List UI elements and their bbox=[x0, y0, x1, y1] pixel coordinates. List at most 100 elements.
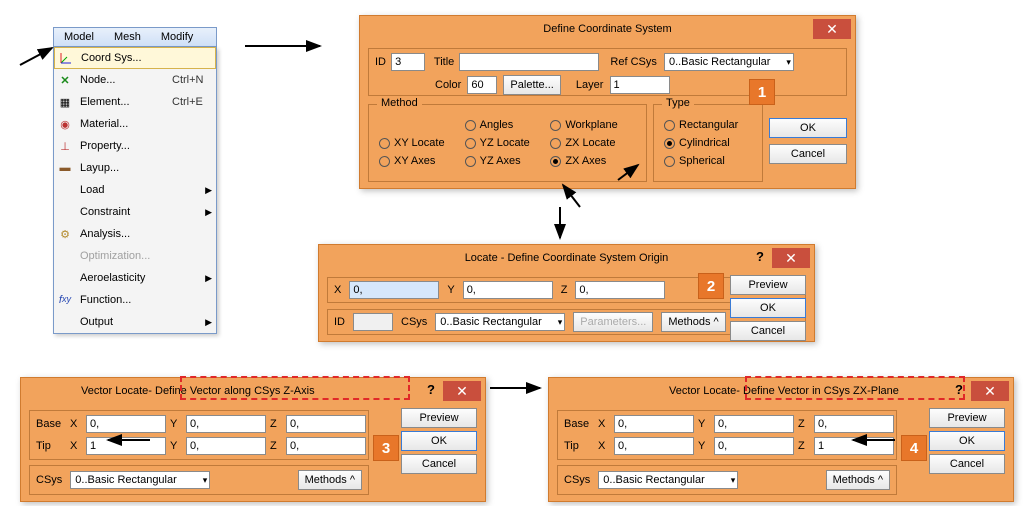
y-label: Y bbox=[698, 418, 710, 430]
menu-element[interactable]: ▦ Element... Ctrl+E bbox=[54, 91, 216, 113]
radio-zx-locate[interactable]: ZX Locate bbox=[550, 137, 624, 149]
refcsys-combo[interactable]: 0..Basic Rectangular▾ bbox=[664, 53, 794, 71]
menu-analysis[interactable]: ⚙ Analysis... bbox=[54, 223, 216, 245]
ok-button[interactable]: OK bbox=[730, 298, 806, 318]
cancel-button[interactable]: Cancel bbox=[769, 144, 847, 164]
ok-button[interactable]: OK bbox=[769, 118, 847, 138]
y-input[interactable] bbox=[463, 281, 553, 299]
tip-y-input[interactable] bbox=[186, 437, 266, 455]
cancel-button[interactable]: Cancel bbox=[929, 454, 1005, 474]
radio-spherical[interactable]: Spherical bbox=[664, 155, 740, 167]
help-button[interactable]: ? bbox=[427, 382, 435, 397]
menu-label: Constraint bbox=[80, 206, 199, 218]
menu-material[interactable]: ◉ Material... bbox=[54, 113, 216, 135]
type-group-title: Type bbox=[662, 97, 694, 109]
methods-button[interactable]: Methods ^ bbox=[661, 312, 725, 332]
menu-aeroelasticity[interactable]: Aeroelasticity ▶ bbox=[54, 267, 216, 289]
menu-label: Property... bbox=[80, 140, 212, 152]
title-input[interactable] bbox=[459, 53, 599, 71]
close-button[interactable]: ✕ bbox=[971, 381, 1009, 401]
preview-button[interactable]: Preview bbox=[401, 408, 477, 428]
tip-z-input[interactable] bbox=[814, 437, 894, 455]
close-button[interactable]: ✕ bbox=[813, 19, 851, 39]
property-icon: ⊥ bbox=[56, 140, 74, 153]
chevron-down-icon: ▾ bbox=[203, 475, 208, 486]
radio-rectangular[interactable]: Rectangular bbox=[664, 119, 740, 131]
menu-node[interactable]: ✕ Node... Ctrl+N bbox=[54, 69, 216, 91]
layer-input[interactable] bbox=[610, 76, 670, 94]
methods-button[interactable]: Methods ^ bbox=[826, 470, 890, 490]
ok-button[interactable]: OK bbox=[929, 431, 1005, 451]
radio-angles[interactable]: Angles bbox=[465, 119, 539, 131]
menu-function[interactable]: fxy Function... bbox=[54, 289, 216, 311]
csys-combo[interactable]: 0..Basic Rectangular▾ bbox=[435, 313, 565, 331]
method-group-title: Method bbox=[377, 97, 422, 109]
help-button[interactable]: ? bbox=[756, 249, 764, 264]
close-button[interactable]: ✕ bbox=[772, 248, 810, 268]
menu-coord-sys[interactable]: Coord Sys... bbox=[54, 47, 216, 69]
menubar-item-model[interactable]: Model bbox=[54, 29, 104, 45]
menu-output[interactable]: Output ▶ bbox=[54, 311, 216, 333]
menu-property[interactable]: ⊥ Property... bbox=[54, 135, 216, 157]
menu-label: Function... bbox=[80, 294, 212, 306]
radio-zx-axes[interactable]: ZX Axes bbox=[550, 155, 624, 167]
refcsys-label: Ref CSys bbox=[610, 56, 656, 68]
title-label: Title bbox=[434, 56, 454, 68]
z-label: Z bbox=[798, 440, 810, 452]
z-label: Z bbox=[270, 440, 282, 452]
menubar[interactable]: Model Mesh Modify bbox=[53, 27, 217, 47]
menu-label: Coord Sys... bbox=[81, 52, 211, 64]
x-input[interactable] bbox=[349, 281, 439, 299]
id-label: ID bbox=[334, 316, 345, 328]
menu-layup[interactable]: ▬ Layup... bbox=[54, 157, 216, 179]
cancel-button[interactable]: Cancel bbox=[401, 454, 477, 474]
radio-yz-locate[interactable]: YZ Locate bbox=[465, 137, 539, 149]
close-button[interactable]: ✕ bbox=[443, 381, 481, 401]
radio-yz-axes[interactable]: YZ Axes bbox=[465, 155, 539, 167]
menu-label: Aeroelasticity bbox=[80, 272, 199, 284]
x-label: X bbox=[70, 418, 82, 430]
marker-2: 2 bbox=[698, 273, 724, 299]
methods-button[interactable]: Methods ^ bbox=[298, 470, 362, 490]
menu-shortcut: Ctrl+E bbox=[172, 96, 212, 108]
palette-button[interactable]: Palette... bbox=[503, 75, 560, 95]
tip-z-input[interactable] bbox=[286, 437, 366, 455]
z-label: Z bbox=[798, 418, 810, 430]
dialog-title-text: Locate - Define Coordinate System Origin bbox=[465, 252, 669, 264]
radio-label: Angles bbox=[480, 119, 514, 131]
preview-button[interactable]: Preview bbox=[929, 408, 1005, 428]
tip-x-input[interactable] bbox=[614, 437, 694, 455]
base-y-input[interactable] bbox=[714, 415, 794, 433]
color-input[interactable] bbox=[467, 76, 497, 94]
tip-x-input[interactable] bbox=[86, 437, 166, 455]
menubar-item-modify[interactable]: Modify bbox=[151, 29, 203, 45]
radio-workplane[interactable]: Workplane bbox=[550, 119, 624, 131]
base-x-input[interactable] bbox=[86, 415, 166, 433]
base-z-input[interactable] bbox=[814, 415, 894, 433]
radio-cylindrical[interactable]: Cylindrical bbox=[664, 137, 740, 149]
preview-button[interactable]: Preview bbox=[730, 275, 806, 295]
radio-xy-locate[interactable]: XY Locate bbox=[379, 137, 453, 149]
base-y-input[interactable] bbox=[186, 415, 266, 433]
csys-combo[interactable]: 0..Basic Rectangular▾ bbox=[598, 471, 738, 489]
tip-y-input[interactable] bbox=[714, 437, 794, 455]
menu-constraint[interactable]: Constraint ▶ bbox=[54, 201, 216, 223]
menubar-item-mesh[interactable]: Mesh bbox=[104, 29, 151, 45]
id-input[interactable] bbox=[391, 53, 425, 71]
csys-value: 0..Basic Rectangular bbox=[440, 316, 542, 328]
base-z-input[interactable] bbox=[286, 415, 366, 433]
base-x-input[interactable] bbox=[614, 415, 694, 433]
cancel-button[interactable]: Cancel bbox=[730, 321, 806, 341]
chevron-right-icon: ▶ bbox=[205, 273, 212, 284]
model-dropdown[interactable]: Coord Sys... ✕ Node... Ctrl+N ▦ Element.… bbox=[53, 47, 217, 334]
csys-label: CSys bbox=[36, 474, 62, 486]
menu-load[interactable]: Load ▶ bbox=[54, 179, 216, 201]
menu-shortcut: Ctrl+N bbox=[172, 74, 212, 86]
z-input[interactable] bbox=[575, 281, 665, 299]
csys-combo[interactable]: 0..Basic Rectangular▾ bbox=[70, 471, 210, 489]
y-label: Y bbox=[698, 440, 710, 452]
radio-xy-axes[interactable]: XY Axes bbox=[379, 155, 453, 167]
axes-icon bbox=[57, 51, 75, 65]
chevron-right-icon: ▶ bbox=[205, 317, 212, 328]
ok-button[interactable]: OK bbox=[401, 431, 477, 451]
